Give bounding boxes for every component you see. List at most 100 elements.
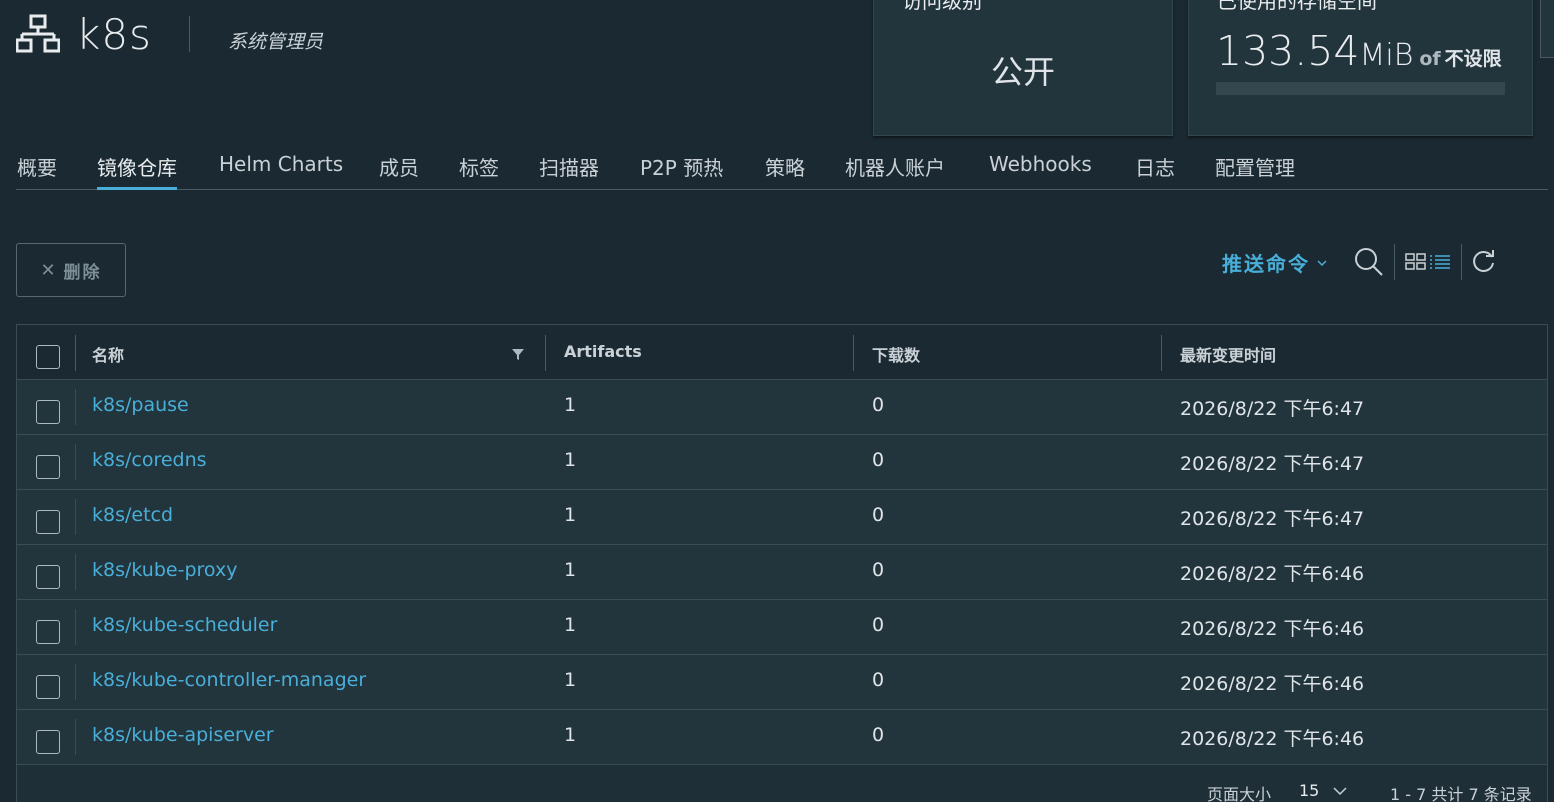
row-divider (75, 389, 76, 425)
repository-link[interactable]: k8s/kube-apiserver (92, 724, 274, 746)
column-header-updated[interactable]: 最新变更时间 (1180, 342, 1276, 366)
repository-link[interactable]: k8s/etcd (92, 504, 173, 526)
chevron-down-icon (1317, 259, 1327, 266)
row-divider (75, 554, 76, 590)
row-divider (75, 499, 76, 535)
column-header-artifacts[interactable]: Artifacts (564, 342, 642, 361)
storage-quota-title: 已使用的存储空间 (1217, 0, 1377, 13)
update-time: 2026/8/22 下午6:47 (1180, 398, 1365, 420)
tab-configuration[interactable]: 配置管理 (1215, 152, 1295, 190)
close-icon: ✕ (40, 259, 58, 280)
column-header-pulls[interactable]: 下载数 (872, 342, 920, 366)
project-name: k8s (76, 10, 152, 59)
delete-button-label: 删除 (63, 262, 102, 282)
row-divider (75, 609, 76, 645)
row-checkbox[interactable] (36, 730, 60, 754)
update-time: 2026/8/22 下午6:46 (1180, 673, 1365, 695)
column-divider (75, 335, 76, 371)
tab-labels[interactable]: 标签 (459, 152, 499, 190)
row-checkbox[interactable] (36, 510, 60, 534)
artifact-count: 1 (564, 614, 577, 636)
project-icon (16, 14, 60, 53)
tab-scanner[interactable]: 扫描器 (539, 152, 599, 190)
pagination-summary: 1 - 7 共计 7 条记录 (1390, 785, 1532, 802)
tab-logs[interactable]: 日志 (1135, 152, 1175, 190)
artifact-count: 1 (564, 504, 577, 526)
pull-count: 0 (872, 614, 885, 636)
table-row: k8s/kube-proxy 1 0 2026/8/22 下午6:46 (17, 545, 1547, 600)
storage-of-label: of (1419, 48, 1441, 70)
push-command-label: 推送命令 (1222, 252, 1310, 276)
row-checkbox[interactable] (36, 675, 60, 699)
storage-quota-card: 已使用的存储空间 133.54MiB of 不设限 (1188, 0, 1533, 136)
artifact-count: 1 (564, 449, 577, 471)
tab-robot-accounts[interactable]: 机器人账户 (845, 152, 945, 190)
tab-members[interactable]: 成员 (379, 152, 419, 190)
row-checkbox[interactable] (36, 620, 60, 644)
toolbar-divider (1461, 244, 1462, 280)
repository-link[interactable]: k8s/kube-controller-manager (92, 669, 366, 691)
project-repositories-page: k8s 系统管理员 访问级别 公开 已使用的存储空间 133.54MiB of 不设… (0, 0, 1554, 802)
tab-repositories[interactable]: 镜像仓库 (97, 152, 177, 190)
page-size-select[interactable]: 15 (1299, 781, 1347, 800)
column-divider[interactable] (1161, 335, 1162, 371)
storage-limit: 不设限 (1444, 48, 1502, 70)
tab-summary[interactable]: 概要 (17, 152, 57, 190)
table-row: k8s/etcd 1 0 2026/8/22 下午6:47 (17, 490, 1547, 545)
project-tabs: 概要 镜像仓库 Helm Charts 成员 标签 扫描器 P2P 预热 策略 … (16, 140, 1548, 190)
update-time: 2026/8/22 下午6:46 (1180, 728, 1365, 750)
pull-count: 0 (872, 724, 885, 746)
access-level-title: 访问级别 (902, 0, 982, 13)
repository-link[interactable]: k8s/coredns (92, 449, 207, 471)
table-row: k8s/kube-scheduler 1 0 2026/8/22 下午6:46 (17, 600, 1547, 655)
tab-helm-charts[interactable]: Helm Charts (219, 152, 343, 190)
row-checkbox[interactable] (36, 400, 60, 424)
tab-p2p-preheat[interactable]: P2P 预热 (640, 152, 723, 190)
table-row: k8s/kube-controller-manager 1 0 2026/8/2… (17, 655, 1547, 710)
storage-progress-bar (1216, 82, 1505, 95)
repositories-table: 名称 Artifacts 下载数 最新变更时间 k8s/pause 1 0 20… (16, 324, 1548, 802)
storage-used-unit: MiB (1359, 38, 1414, 73)
artifact-count: 1 (564, 559, 577, 581)
update-time: 2026/8/22 下午6:46 (1180, 563, 1365, 585)
update-time: 2026/8/22 下午6:47 (1180, 508, 1365, 530)
table-row: k8s/kube-apiserver 1 0 2026/8/22 下午6:46 (17, 710, 1547, 765)
row-divider (75, 719, 76, 755)
table-row: k8s/pause 1 0 2026/8/22 下午6:47 (17, 380, 1547, 435)
row-divider (75, 664, 76, 700)
repository-link[interactable]: k8s/pause (92, 394, 189, 416)
access-level-value: 公开 (990, 53, 1055, 91)
page-size-label: 页面大小 (1207, 785, 1272, 802)
tab-policy[interactable]: 策略 (765, 152, 805, 190)
user-role: 系统管理员 (228, 31, 324, 53)
search-icon[interactable] (1354, 246, 1384, 278)
tab-webhooks[interactable]: Webhooks (989, 152, 1092, 190)
pull-count: 0 (872, 504, 885, 526)
chevron-down-icon (1333, 786, 1347, 795)
pull-count: 0 (872, 559, 885, 581)
grid-view-icon[interactable] (1405, 246, 1427, 278)
repository-link[interactable]: k8s/kube-scheduler (92, 614, 277, 636)
update-time: 2026/8/22 下午6:46 (1180, 618, 1365, 640)
list-view-icon[interactable] (1429, 246, 1451, 278)
column-divider[interactable] (853, 335, 854, 371)
header-divider (189, 16, 190, 52)
delete-button[interactable]: ✕ 删除 (16, 243, 126, 297)
update-time: 2026/8/22 下午6:47 (1180, 453, 1365, 475)
column-divider[interactable] (545, 335, 546, 371)
page-size-value: 15 (1299, 781, 1320, 800)
row-checkbox[interactable] (36, 565, 60, 589)
artifact-count: 1 (564, 724, 577, 746)
side-panel-edge[interactable] (1540, 0, 1554, 58)
row-divider (75, 444, 76, 480)
refresh-icon[interactable] (1471, 246, 1497, 278)
pull-count: 0 (872, 669, 885, 691)
push-command-dropdown[interactable]: 推送命令 (1222, 248, 1328, 277)
select-all-checkbox[interactable] (36, 345, 60, 369)
repository-link[interactable]: k8s/kube-proxy (92, 559, 237, 581)
storage-usage: 133.54MiB of 不设限 (1216, 27, 1502, 75)
row-checkbox[interactable] (36, 455, 60, 479)
access-level-card: 访问级别 公开 (873, 0, 1173, 136)
column-header-name[interactable]: 名称 (92, 342, 124, 366)
filter-icon[interactable] (511, 347, 525, 361)
